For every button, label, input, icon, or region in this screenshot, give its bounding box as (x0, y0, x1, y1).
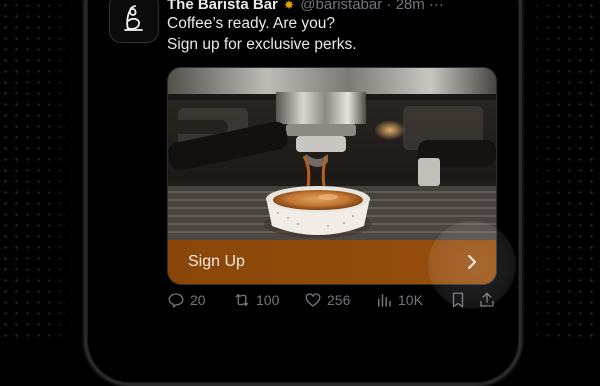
ad-card[interactable]: Sign Up (167, 67, 497, 285)
author-handle[interactable]: @baristabar (300, 0, 382, 13)
tweet-time[interactable]: 28m (396, 0, 425, 13)
verified-badge-icon: ✸ (284, 0, 295, 12)
tweet[interactable]: The Barista Bar ✸ @baristabar · 28m ··· … (87, 0, 519, 383)
views-action[interactable]: 10K (375, 291, 423, 309)
chevron-right-icon (468, 255, 476, 269)
like-count: 256 (327, 292, 351, 308)
author-name[interactable]: The Barista Bar (167, 0, 278, 13)
repost-icon (235, 294, 249, 306)
like-action[interactable]: 256 (304, 291, 350, 309)
avatar[interactable] (109, 0, 159, 43)
sign-up-button[interactable]: Sign Up (168, 240, 496, 284)
repost-action[interactable]: 100 (233, 291, 279, 309)
action-bar: 20 100 256 10K (167, 291, 497, 311)
tweet-text: Coffee’s ready. Are you? Sign up for exc… (167, 13, 497, 55)
views-count: 10K (398, 292, 423, 308)
more-options-icon[interactable]: ··· (429, 0, 444, 13)
phone-frame: The Barista Bar ✸ @baristabar · 28m ··· … (84, 0, 522, 386)
dot-pattern-left (0, 0, 80, 338)
dot-pattern-right (520, 0, 600, 338)
tweet-text-line: Coffee’s ready. Are you? (167, 15, 336, 32)
sign-up-label: Sign Up (188, 253, 245, 270)
bookmark-icon (452, 292, 464, 308)
reply-action[interactable]: 20 (167, 291, 206, 309)
bookmark-action[interactable] (449, 291, 467, 309)
tweet-header: The Barista Bar ✸ @baristabar · 28m ··· (167, 0, 507, 13)
share-action[interactable] (478, 291, 496, 309)
header-separator: · (386, 0, 392, 13)
share-icon (480, 292, 494, 307)
barista-logo-icon (124, 5, 143, 31)
views-icon (378, 294, 391, 307)
tweet-text-line: Sign up for exclusive perks. (167, 36, 357, 53)
reply-icon (168, 293, 184, 309)
like-icon (305, 293, 321, 307)
repost-count: 100 (256, 292, 280, 308)
reply-count: 20 (190, 292, 206, 308)
